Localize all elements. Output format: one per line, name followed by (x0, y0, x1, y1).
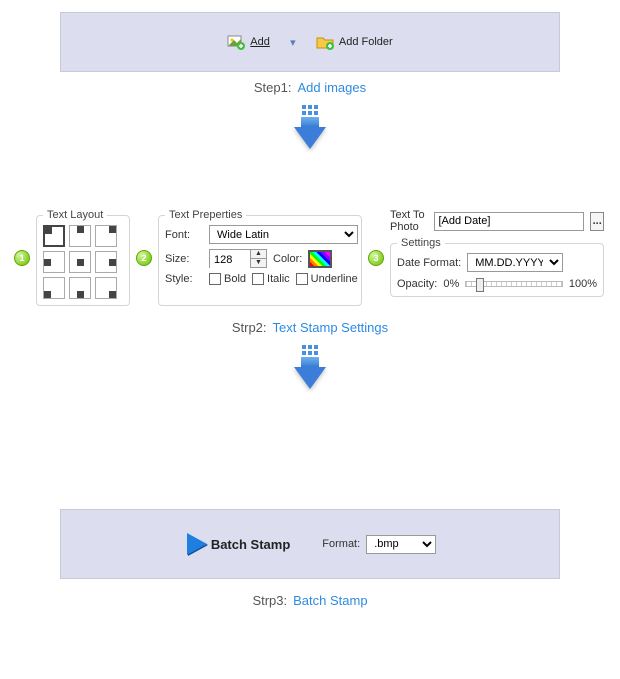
opacity-label: Opacity: (397, 278, 437, 290)
italic-checkbox[interactable]: Italic (252, 273, 290, 285)
size-down[interactable]: ▼ (250, 259, 266, 267)
add-button-label: Add (250, 36, 270, 48)
date-format-select[interactable]: MM.DD.YYYY (467, 253, 563, 272)
batch-stamp-button[interactable]: Batch Stamp (184, 533, 294, 555)
arrow-step2 (0, 345, 620, 389)
text-to-photo-group: Text To Photo ... Settings Date Format: … (390, 209, 604, 306)
underline-checkbox[interactable]: Underline (296, 273, 358, 285)
text-properties-legend: Text Preperties (165, 209, 246, 221)
arrow-step1 (0, 105, 620, 149)
opacity-low: 0% (443, 278, 459, 290)
format-label: Format: (322, 538, 360, 550)
layout-pos-top-right[interactable] (95, 225, 117, 247)
color-picker[interactable] (308, 250, 332, 268)
layout-pos-bot-center[interactable] (69, 277, 91, 299)
add-button[interactable]: Add (223, 31, 274, 53)
layout-pos-top-left[interactable] (43, 225, 65, 247)
text-layout-group: Text Layout (36, 209, 130, 306)
step1-toolbar: Add ▾ Add Folder (60, 12, 560, 72)
layout-pos-mid-left[interactable] (43, 251, 65, 273)
text-to-photo-label: Text To Photo (390, 209, 428, 233)
badge-2: 2 (136, 250, 152, 266)
layout-pos-bot-left[interactable] (43, 277, 65, 299)
play-icon (188, 535, 206, 553)
step2-caption: Strp2:Text Stamp Settings (0, 320, 620, 335)
size-spinner[interactable]: ▲▼ (209, 249, 267, 268)
text-properties-group: Text Preperties Font: Wide Latin Size: ▲… (158, 209, 362, 306)
folder-plus-icon (316, 33, 334, 51)
settings-legend: Settings (397, 237, 445, 249)
layout-pos-bot-right[interactable] (95, 277, 117, 299)
format-select[interactable]: .bmp (366, 535, 436, 554)
step1-caption: Step1:Add images (0, 80, 620, 95)
date-settings-group: Settings Date Format: MM.DD.YYYY Opacity… (390, 237, 604, 297)
dropdown-arrow-icon[interactable]: ▾ (284, 33, 302, 51)
text-layout-grid (43, 225, 123, 299)
text-stamp-settings: 1 Text Layout 2 Text Preperties Font: Wi… (14, 209, 606, 306)
step3-toolbar: Batch Stamp Format: .bmp (60, 509, 560, 579)
size-label: Size: (165, 253, 203, 265)
layout-pos-mid-center[interactable] (69, 251, 91, 273)
text-to-photo-input[interactable] (434, 212, 584, 231)
style-label: Style: (165, 273, 203, 285)
layout-pos-mid-right[interactable] (95, 251, 117, 273)
date-format-label: Date Format: (397, 257, 461, 269)
text-to-photo-browse[interactable]: ... (590, 212, 604, 231)
opacity-high: 100% (569, 278, 597, 290)
badge-1: 1 (14, 250, 30, 266)
add-folder-label: Add Folder (339, 36, 393, 48)
image-plus-icon (227, 33, 245, 51)
size-input[interactable] (210, 250, 250, 269)
bold-checkbox[interactable]: Bold (209, 273, 246, 285)
batch-stamp-label: Batch Stamp (211, 537, 290, 552)
layout-pos-top-center[interactable] (69, 225, 91, 247)
font-select[interactable]: Wide Latin (209, 225, 358, 244)
font-label: Font: (165, 229, 203, 241)
add-folder-button[interactable]: Add Folder (312, 31, 397, 53)
badge-3: 3 (368, 250, 384, 266)
opacity-slider[interactable] (465, 281, 563, 287)
size-up[interactable]: ▲ (250, 250, 266, 259)
step3-caption: Strp3:Batch Stamp (0, 593, 620, 608)
color-label: Color: (273, 253, 302, 265)
text-layout-legend: Text Layout (43, 209, 107, 221)
